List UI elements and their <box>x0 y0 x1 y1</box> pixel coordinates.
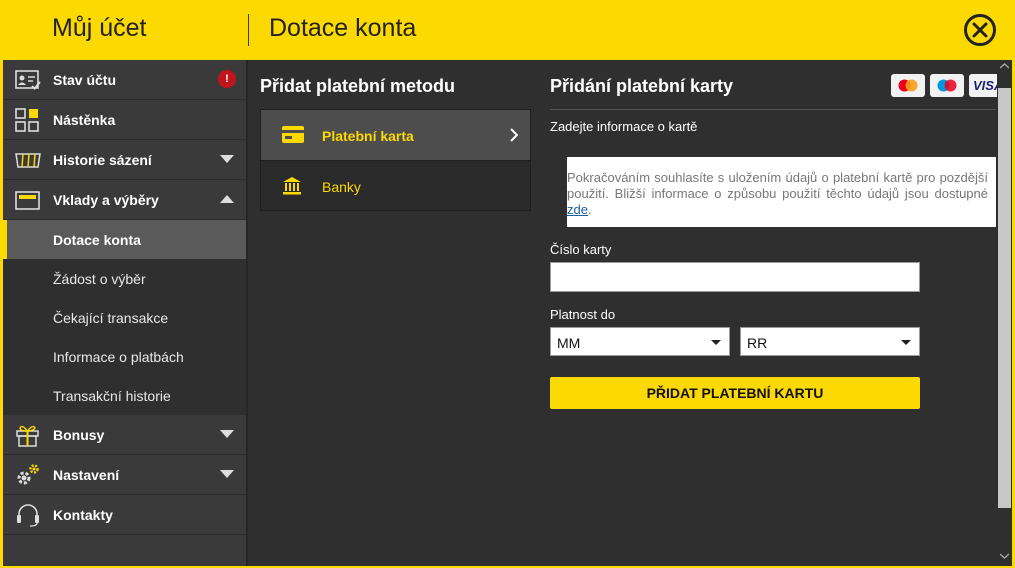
chevron-down-icon <box>220 430 234 438</box>
payment-methods-list: Platební karta Banky <box>260 109 531 211</box>
gift-icon <box>16 425 39 447</box>
chevron-right-icon <box>510 128 518 142</box>
sidebar-item-label: Nástěnka <box>53 112 116 128</box>
card-form-title: Přidání platební karty <box>550 76 734 96</box>
scrollbar-thumb[interactable] <box>998 88 1011 508</box>
sidebar-subitem-label: Transakční historie <box>53 388 171 404</box>
sidebar-item-label: Historie sázení <box>53 152 152 168</box>
method-banks[interactable]: Banky <box>261 160 530 210</box>
sidebar-subitem-payment-info[interactable]: Informace o platbách <box>3 337 246 376</box>
add-card-button[interactable]: PŘIDAT PLATEBNÍ KARTU <box>550 377 920 409</box>
expiry-year-select[interactable]: RR <box>740 327 920 356</box>
visa-logo-text: VISA <box>973 78 997 93</box>
methods-title: Přidat platební metodu <box>260 76 456 96</box>
card-form-separator <box>550 109 996 110</box>
scrollbar[interactable] <box>997 60 1012 566</box>
visa-logo: VISA <box>969 74 997 97</box>
chevron-down-icon <box>220 470 234 478</box>
notice-link[interactable]: zde <box>567 202 588 217</box>
sidebar-subitem-deposit[interactable]: Dotace konta <box>3 220 246 259</box>
sidebar-item-contacts[interactable]: Kontakty <box>3 495 246 535</box>
sidebar-submenu: Dotace konta Žádost o výběr Čekající tra… <box>3 220 246 415</box>
maestro-logo <box>930 74 964 97</box>
sidebar-item-label: Nastavení <box>53 467 120 483</box>
card-number-label: Číslo karty <box>550 242 612 257</box>
sidebar-item-settings[interactable]: Nastavení <box>3 455 246 495</box>
sidebar-item-label: Kontakty <box>53 507 113 523</box>
card-logos: VISA <box>891 74 997 97</box>
sidebar-item-deposits-withdrawals[interactable]: Vklady a výběry <box>3 180 246 220</box>
sidebar-subitem-withdrawal-request[interactable]: Žádost o výběr <box>3 259 246 298</box>
sidebar-item-dashboard[interactable]: Nástěnka <box>3 100 246 140</box>
caret-down-icon <box>711 340 721 345</box>
header-divider <box>248 14 249 46</box>
chevron-up-icon <box>220 195 234 203</box>
close-button[interactable] <box>964 14 996 46</box>
gears-icon <box>17 464 39 485</box>
sidebar-subitem-pending-transactions[interactable]: Čekající transakce <box>3 298 246 337</box>
account-card-icon <box>15 70 41 90</box>
headset-icon <box>17 504 39 527</box>
method-label: Banky <box>322 179 361 195</box>
card-number-input[interactable] <box>550 262 920 292</box>
scroll-down-icon[interactable] <box>1000 553 1009 559</box>
wallet-icon <box>15 191 40 210</box>
close-icon <box>972 22 988 38</box>
sidebar-item-account-status[interactable]: Stav účtu ! <box>3 60 246 100</box>
method-label: Platební karta <box>322 128 414 144</box>
sidebar-subitem-label: Informace o platbách <box>53 349 184 365</box>
dashboard-grid-icon <box>15 108 39 132</box>
sidebar-subitem-label: Žádost o výběr <box>53 271 146 287</box>
year-value: RR <box>747 335 768 351</box>
expiry-month-select[interactable]: MM <box>550 327 730 356</box>
header-bar: Můj účet Dotace konta <box>0 0 1015 60</box>
mastercard-logo <box>891 74 925 97</box>
sidebar-subitem-label: Dotace konta <box>53 232 141 248</box>
consent-notice: Pokračováním souhlasíte s uložením údajů… <box>550 157 996 227</box>
sidebar-item-label: Bonusy <box>53 427 105 443</box>
sidebar-item-label: Stav účtu <box>53 72 117 88</box>
sidebar-item-bonuses[interactable]: Bonusy <box>3 415 246 455</box>
consent-notice-text: Pokračováním souhlasíte s uložením údajů… <box>567 170 988 218</box>
page-title: Dotace konta <box>269 14 417 42</box>
sidebar-item-label: Vklady a výběry <box>53 192 159 208</box>
scroll-up-icon[interactable] <box>1000 63 1009 69</box>
expiry-label: Platnost do <box>550 307 616 322</box>
chevron-down-icon <box>220 155 234 163</box>
caret-down-icon <box>901 340 911 345</box>
credit-card-icon <box>282 126 304 143</box>
sidebar-subitem-transaction-history[interactable]: Transakční historie <box>3 376 246 415</box>
sidebar-subitem-label: Čekající transakce <box>53 310 169 326</box>
notice-end: . <box>587 202 592 217</box>
notice-text: Pokračováním souhlasíte s uložením údajů… <box>567 170 988 201</box>
month-value: MM <box>557 335 581 351</box>
sidebar: Stav účtu ! Nástěnka Historie sázení Vkl… <box>3 60 248 566</box>
account-title: Můj účet <box>52 14 147 42</box>
bank-icon <box>283 177 301 195</box>
card-form-subtitle: Zadejte informace o kartě <box>550 119 698 134</box>
alert-badge: ! <box>218 70 236 88</box>
sidebar-item-betting-history[interactable]: Historie sázení <box>3 140 246 180</box>
method-card[interactable]: Platební karta <box>261 110 530 160</box>
tickets-icon <box>15 153 41 168</box>
